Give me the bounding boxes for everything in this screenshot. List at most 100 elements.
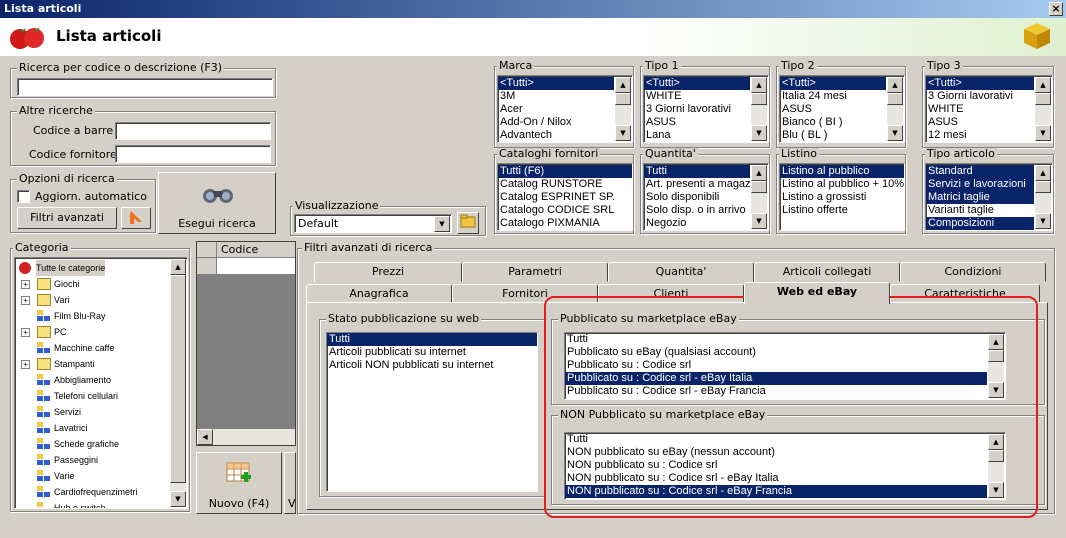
list-item[interactable]: <Tutti> [780,77,886,90]
list-item[interactable]: Negozio [644,217,750,230]
category-tree-item[interactable]: Macchine caffe [17,340,167,356]
category-tree-item[interactable]: Abbigliamento [17,372,167,388]
list-item[interactable]: Tutti (F6) [498,165,632,178]
category-tree-item[interactable]: Varie [17,468,167,484]
scroll-thumb[interactable] [887,93,903,105]
list-scrollbar[interactable]: ▲ ▼ [615,77,631,141]
list-item[interactable]: ASUS [780,103,886,116]
chevron-down-icon[interactable]: ▼ [434,216,450,232]
barcode-input[interactable] [115,122,271,140]
scroll-up-icon[interactable]: ▲ [1035,165,1051,181]
list-item[interactable]: Catalogo CODICE SRL [498,204,632,217]
list-item[interactable]: Articoli pubblicati su internet [327,346,537,359]
auto-update-checkbox[interactable] [17,190,30,203]
list-item[interactable]: WHITE [644,90,750,103]
list-item[interactable]: Lana [644,129,750,142]
expand-icon[interactable]: + [21,328,30,337]
category-tree-item[interactable]: Passeggini [17,452,167,468]
view-select[interactable]: Default ▼ [294,214,452,233]
list-item[interactable]: Listino al pubblico [780,165,904,178]
list-item[interactable]: Listino offerte [780,204,904,217]
advanced-filters-button[interactable]: Filtri avanzati [17,207,117,229]
list-scrollbar[interactable]: ▲ ▼ [751,165,767,229]
list-item[interactable]: Add-On / Nilox [498,116,614,129]
category-tree-item[interactable]: + Giochi [17,276,167,292]
list-item[interactable]: Italia 24 mesi [780,90,886,103]
scroll-thumb[interactable] [1035,93,1051,105]
articles-grid[interactable]: Codice ◀ [196,241,296,446]
scroll-thumb[interactable] [170,275,186,483]
scroll-up-icon[interactable]: ▲ [751,77,767,93]
new-item-button[interactable]: Nuovo (F4) [196,452,282,514]
category-tree-item[interactable]: + Stampanti [17,356,167,372]
search-input[interactable] [17,78,273,96]
list-item[interactable]: Varianti taglie [926,204,1034,217]
scroll-down-icon[interactable]: ▼ [887,125,903,141]
category-tree-item[interactable]: + PC [17,324,167,340]
list-item[interactable]: Matrici taglie [926,191,1034,204]
list-item[interactable]: WHITE [926,103,1034,116]
scroll-down-icon[interactable]: ▼ [751,213,767,229]
list-item[interactable]: 3 Giorni lavorativi [644,103,750,116]
close-button[interactable]: × [1049,2,1063,16]
list-item[interactable]: Art. presenti a magaz [644,178,751,191]
web-status-list[interactable]: Tutti Articoli pubblicati su internet Arti… [326,332,538,492]
list-item[interactable]: ASUS [644,116,750,129]
list-item[interactable]: ASUS [926,116,1034,129]
type3-list[interactable]: <Tutti> 3 Giorni lavorativi WHITE ASUS 12 me… [925,75,1053,143]
tab-row2-3[interactable]: Web ed eBay [744,282,890,304]
scroll-left-icon[interactable]: ◀ [197,429,213,445]
tab-0[interactable]: Prezzi [314,262,462,282]
type2-list[interactable]: <Tutti> Italia 24 mesi ASUS Bianco ( BI ) Bl… [779,75,905,143]
list-item[interactable]: Articoli NON pubblicati su internet [327,359,537,372]
list-scrollbar[interactable]: ▲ ▼ [887,77,903,141]
scroll-up-icon[interactable]: ▲ [751,165,767,181]
list-item[interactable]: Catalogo PIXMANIA [498,217,632,230]
grid-hscrollbar[interactable]: ◀ [197,429,295,445]
expand-icon[interactable]: + [21,360,30,369]
category-tree-item[interactable]: Cardiofrequenzimetri [17,484,167,500]
list-item[interactable]: Solo disp. o in arrivo [644,204,750,217]
type1-list[interactable]: <Tutti> WHITE 3 Giorni lavorativi ASUS Lana ▲… [643,75,769,143]
scroll-thumb[interactable] [751,93,767,105]
category-tree-item[interactable]: Telefoni cellulari [17,388,167,404]
expand-icon[interactable]: + [21,280,30,289]
scroll-up-icon[interactable]: ▲ [615,77,631,93]
category-tree[interactable]: Tutte le categorie + Giochi + Vari Film Blu-R… [14,257,188,509]
scroll-down-icon[interactable]: ▼ [1035,125,1051,141]
list-item[interactable]: Tutti [644,165,750,178]
tab-2[interactable]: Quantita' [608,262,754,282]
list-item[interactable]: 12 mesi [926,129,1034,142]
list-item[interactable]: <Tutti> [498,77,614,90]
tab-4[interactable]: Condizioni [900,262,1046,282]
article-type-list[interactable]: Standard Servizi e lavorazioni Matrici tag… [925,163,1053,231]
run-search-button[interactable]: Esegui ricerca [158,172,276,234]
category-tree-item[interactable]: Film Blu-Ray [17,308,167,324]
category-scrollbar[interactable]: ▲ ▼ [170,259,186,507]
list-item[interactable]: 3M [498,90,614,103]
list-item[interactable]: Composizioni [926,217,1034,230]
next-action-button[interactable]: V [284,452,296,514]
list-item[interactable]: <Tutti> [926,77,1034,90]
category-tree-item[interactable]: Hub e switch [17,500,167,508]
scroll-down-icon[interactable]: ▼ [1035,213,1051,229]
list-item[interactable]: Acer [498,103,614,116]
list-scrollbar[interactable]: ▲ ▼ [1035,77,1051,141]
list-item[interactable]: Listino a grossisti [780,191,904,204]
list-item[interactable]: <Tutti> [644,77,750,90]
filter-arrow-button[interactable] [121,207,151,229]
catalogs-list[interactable]: Tutti (F6) Catalog RUNSTORE Catalog ESPRIN… [497,163,633,231]
scroll-thumb[interactable] [615,93,631,105]
list-scrollbar[interactable]: ▲ ▼ [751,77,767,141]
grid-header-codice[interactable]: Codice [217,242,295,258]
scroll-down-icon[interactable]: ▼ [615,125,631,141]
grid-row[interactable] [217,258,295,274]
expand-icon[interactable]: + [21,296,30,305]
list-item[interactable]: Advantech [498,129,614,142]
quantity-list[interactable]: Tutti Art. presenti a magaz Solo disponibi… [643,163,769,231]
list-item[interactable]: 3 Giorni lavorativi [926,90,1034,103]
list-item[interactable]: Solo disponibili [644,191,750,204]
list-item[interactable]: Bianco ( BI ) [780,116,886,129]
list-item[interactable]: Catalog ESPRINET SP. [498,191,632,204]
tab-3[interactable]: Articoli collegati [754,262,900,282]
